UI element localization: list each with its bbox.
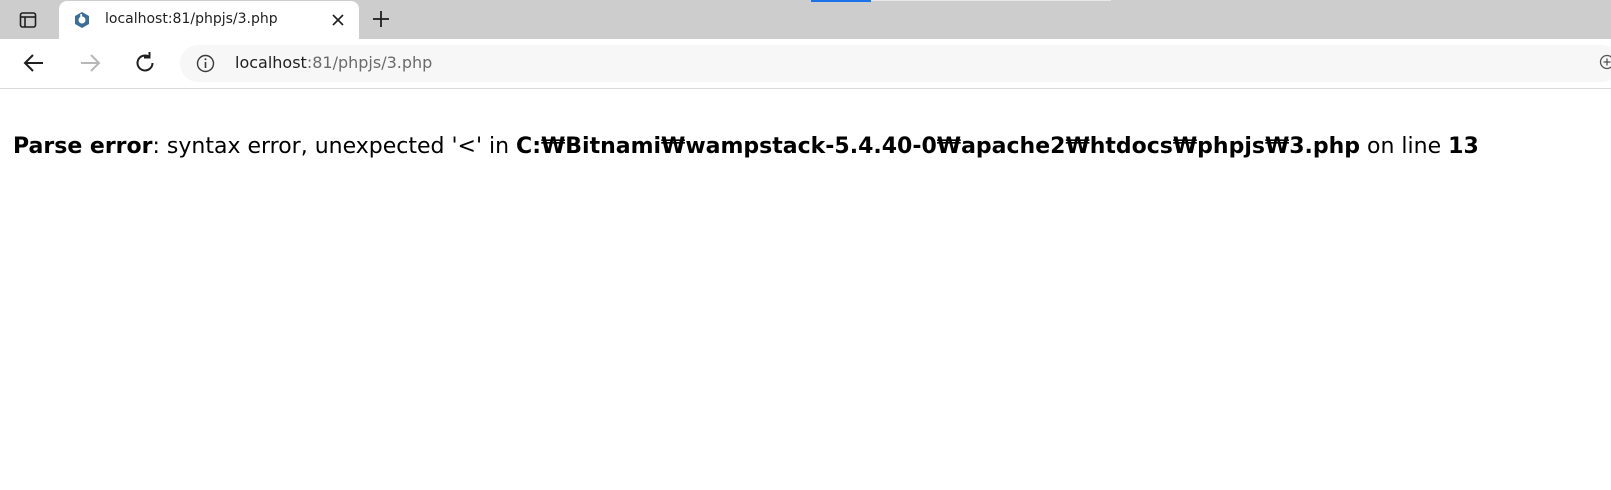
address-bar[interactable]: localhost:81/phpjs/3.php: [180, 45, 1611, 82]
on-line-text: on line: [1360, 134, 1449, 159]
error-label: Parse error: [13, 134, 153, 159]
url-host: localhost: [235, 53, 307, 72]
favicon-icon: [75, 12, 89, 28]
tab-strip-divider: [871, 0, 1111, 1]
url-path: :81/phpjs/3.php: [306, 53, 433, 72]
back-arrow-icon[interactable]: [21, 50, 47, 76]
navigation-toolbar: localhost:81/phpjs/3.php: [0, 39, 1611, 89]
error-message: Parse error: syntax error, unexpected '<…: [13, 134, 1479, 159]
zoom-icon[interactable]: [1599, 54, 1611, 70]
close-icon[interactable]: [329, 11, 347, 29]
error-text: : syntax error, unexpected '<' in: [152, 134, 517, 159]
forward-arrow-icon[interactable]: [77, 50, 103, 76]
tab-title: localhost:81/phpjs/3.php: [105, 11, 278, 27]
tab-strip-highlight: [811, 0, 871, 2]
tab-actions-icon[interactable]: [19, 11, 37, 29]
tab-bar: localhost:81/phpjs/3.php: [0, 0, 1611, 39]
file-path: C:₩Bitnami₩wampstack-5.4.40-0₩apache2₩ht…: [516, 134, 1361, 159]
tab-active[interactable]: localhost:81/phpjs/3.php: [59, 1, 359, 39]
line-number: 13: [1448, 134, 1479, 159]
new-tab-icon[interactable]: [371, 9, 391, 29]
url-text[interactable]: localhost:81/phpjs/3.php: [235, 53, 432, 72]
info-icon[interactable]: [196, 54, 215, 73]
reload-icon[interactable]: [132, 50, 158, 76]
